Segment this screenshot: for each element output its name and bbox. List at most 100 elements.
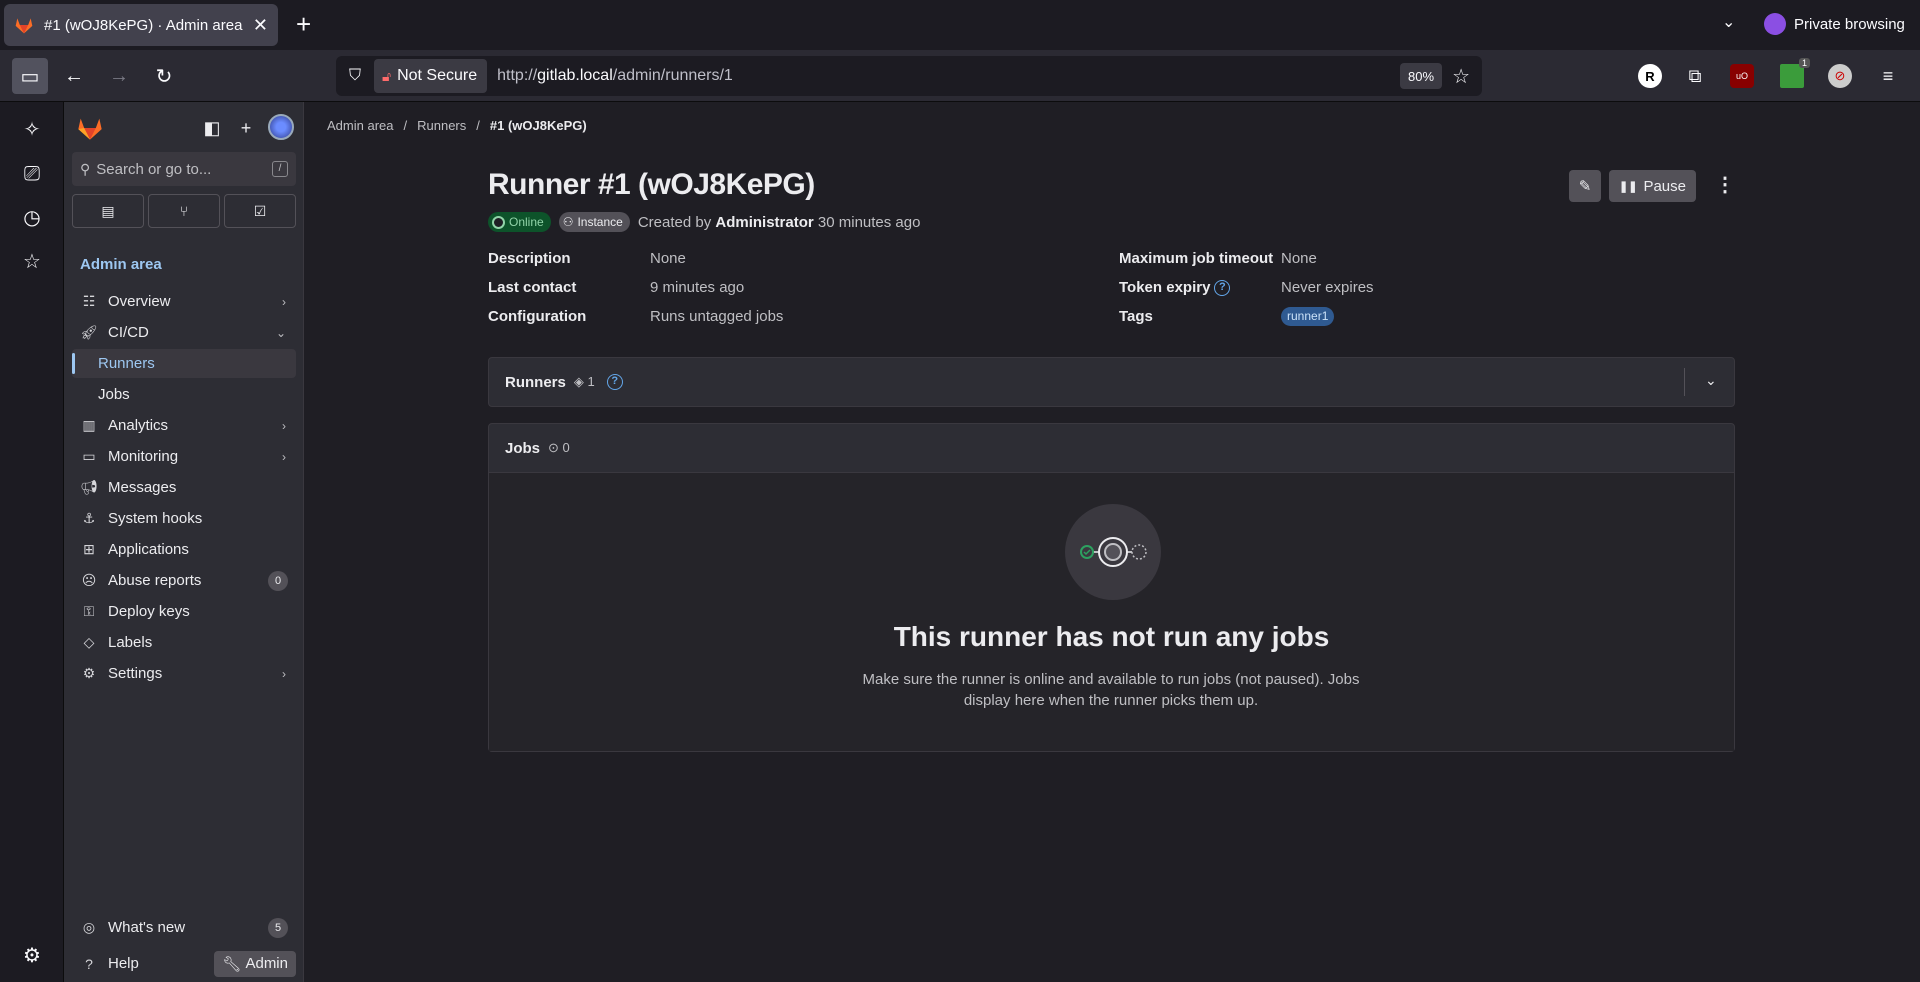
apps-icon: ⊞ [83, 541, 95, 557]
sidebar-item-label: Deploy keys [108, 603, 190, 620]
jobs-card: Jobs ⊙ 0 This runner has not run any job… [488, 423, 1735, 752]
runners-card-header[interactable]: Runners ◈ 1 ? [489, 358, 1734, 406]
chevron-down-icon[interactable]: ⌄ [1705, 372, 1717, 389]
menu-hamburger-icon[interactable]: ≡ [1876, 64, 1900, 88]
sidebar-item-deploy-keys[interactable]: ⚿ Deploy keys [72, 597, 296, 626]
sidebar-item-overview[interactable]: ☷ Overview › [72, 287, 296, 316]
back-icon[interactable]: ← [56, 58, 92, 94]
breadcrumb-admin-area[interactable]: Admin area [327, 118, 393, 133]
sidebar-toggle-icon[interactable]: ▭ [12, 58, 48, 94]
reload-icon[interactable]: ↻ [146, 58, 182, 94]
url-text[interactable]: http://gitlab.local/admin/runners/1 [497, 67, 1400, 85]
pipeline-illustration-icon [1080, 537, 1147, 567]
overview-icon: ☷ [82, 293, 96, 309]
firefox-sidebar: ✧ ⎚ ◷ ☆ ⚙ [0, 102, 64, 982]
create-new-plus-icon[interactable]: + [234, 116, 258, 140]
close-tab-icon[interactable]: ✕ [253, 15, 268, 36]
runners-help-icon[interactable]: ? [606, 374, 623, 390]
sidebar-item-applications[interactable]: ⊞ Applications [72, 535, 296, 564]
browser-tab-active[interactable]: #1 (wOJ8KePG) · Admin area · G ✕ [4, 4, 278, 46]
created-info: Created by Administrator 30 minutes ago [638, 214, 921, 231]
sidebar-item-monitoring[interactable]: ▭ Monitoring › [72, 442, 296, 471]
layers-icon: ◈ [573, 374, 584, 389]
bookmarks-star-icon[interactable]: ☆ [20, 250, 44, 274]
help-link[interactable]: ? Help 🔧︎ Admin [72, 949, 296, 978]
url-bar[interactable]: ⛉ 🔓︎ Not Secure http://gitlab.local/admi… [336, 56, 1482, 96]
main-content: Admin area / Runners / #1 (wOJ8KePG) Run… [305, 102, 1920, 982]
search-input[interactable]: ⚲ Search or go to... / [72, 152, 296, 186]
merge-request-icon: ⑂ [179, 203, 189, 219]
whats-new-link[interactable]: ◎ What's new 5 [72, 913, 296, 942]
history-clock-icon[interactable]: ◷ [20, 206, 44, 230]
runners-count-value: 1 [587, 374, 595, 389]
sidebar-item-runners[interactable]: Runners [72, 349, 296, 378]
pause-label: Pause [1643, 177, 1686, 195]
more-actions-icon[interactable]: ⋮ [1715, 172, 1735, 197]
help-icon: ? [85, 955, 93, 972]
merge-requests-button[interactable]: ⑂ [148, 194, 220, 228]
sidebar-item-abuse-reports[interactable]: ☹ Abuse reports 0 [72, 566, 296, 595]
profile-r-icon[interactable]: R [1638, 64, 1662, 88]
todos-button[interactable]: ☑ [224, 194, 296, 228]
synced-tabs-icon[interactable]: ⎚ [20, 162, 44, 186]
tag-badge[interactable]: runner1 [1281, 307, 1335, 326]
sidebar-item-label: Overview [108, 293, 171, 310]
search-placeholder: Search or go to... [96, 160, 212, 178]
user-avatar[interactable] [268, 114, 294, 140]
jobs-empty-state: This runner has not run any jobs Make su… [489, 472, 1734, 751]
extensions-puzzle-icon[interactable]: ⧉ [1683, 64, 1707, 88]
card-divider [1684, 368, 1685, 396]
sidebar-item-messages[interactable]: 📢︎ Messages [72, 473, 296, 502]
anchor-icon: ⚓︎ [82, 510, 96, 526]
admin-area-heading[interactable]: Admin area [80, 256, 162, 273]
chevron-right-icon: › [282, 418, 286, 433]
breadcrumb-runners[interactable]: Runners [417, 118, 466, 133]
created-by-link[interactable]: Administrator [715, 214, 813, 231]
zoom-level[interactable]: 80% [1400, 63, 1443, 89]
gitlab-sidebar: ◧ + ⚲ Search or go to... / ▤ ⑂ ☑ Admin a… [64, 102, 304, 982]
sidebar-item-analytics[interactable]: ▥ Analytics › [72, 411, 296, 440]
forward-icon[interactable]: → [101, 58, 137, 94]
pause-button[interactable]: ❚❚ Pause [1609, 170, 1696, 202]
collapse-sidebar-icon[interactable]: ◧ [200, 116, 224, 140]
chevron-down-icon: ⌄ [275, 325, 286, 340]
extension-globe-icon[interactable]: ⊘ [1828, 64, 1852, 88]
sidebar-item-system-hooks[interactable]: ⚓︎ System hooks [72, 504, 296, 533]
empty-state-title: This runner has not run any jobs [893, 621, 1330, 652]
browser-tabbar: #1 (wOJ8KePG) · Admin area · G ✕ + ⌄ Pri… [0, 0, 1920, 50]
abuse-icon: ☹ [81, 572, 97, 588]
edit-runner-button[interactable]: ✎ [1569, 170, 1601, 202]
sidebar-item-jobs[interactable]: Jobs [72, 380, 296, 409]
breadcrumb: Admin area / Runners / #1 (wOJ8KePG) [327, 118, 587, 133]
sidebar-item-settings[interactable]: ⚙ Settings › [72, 659, 296, 688]
breadcrumb-current[interactable]: #1 (wOJ8KePG) [490, 118, 587, 133]
admin-button[interactable]: 🔧︎ Admin [214, 950, 296, 977]
search-icon: ⚲ [80, 160, 91, 177]
runner-meta: Online ⚇ Instance Created by Administrato… [488, 212, 920, 232]
status-label: Online [509, 215, 544, 229]
issues-button[interactable]: ▤ [72, 194, 144, 228]
ublock-icon[interactable]: uO [1730, 64, 1754, 88]
private-browsing-label: Private browsing [1794, 15, 1905, 33]
new-tab-icon[interactable]: + [296, 10, 311, 38]
url-path: /admin/runners/1 [612, 67, 733, 84]
not-secure-indicator[interactable]: 🔓︎ Not Secure [374, 59, 488, 93]
tracking-shield-icon[interactable]: ⛉ [344, 67, 366, 85]
breadcrumb-separator: / [403, 118, 408, 133]
sidebar-item-labels[interactable]: ◇ Labels [72, 628, 296, 657]
sidebar-item-cicd[interactable]: 🚀︎ CI/CD ⌄ [72, 318, 296, 347]
sidebar-item-label: Settings [108, 665, 163, 682]
customize-gear-icon[interactable]: ⚙ [20, 944, 44, 968]
users-icon: ⚇ [562, 215, 574, 229]
page-title: Runner #1 (wOJ8KePG) [488, 168, 815, 201]
help-question-icon[interactable]: ? [1214, 280, 1231, 297]
tab-list-chevron-icon[interactable]: ⌄ [1722, 12, 1735, 32]
detail-value: Runs untagged jobs [650, 308, 784, 325]
extension-green-icon[interactable]: 1 [1780, 58, 1810, 88]
ai-sparkle-icon[interactable]: ✧ [20, 118, 44, 142]
detail-key: Configuration [488, 308, 587, 325]
chevron-right-icon: › [282, 294, 286, 309]
abuse-count-badge: 0 [268, 570, 288, 591]
gitlab-logo-icon[interactable] [76, 114, 104, 142]
bookmark-star-icon[interactable]: ☆ [1452, 64, 1470, 89]
